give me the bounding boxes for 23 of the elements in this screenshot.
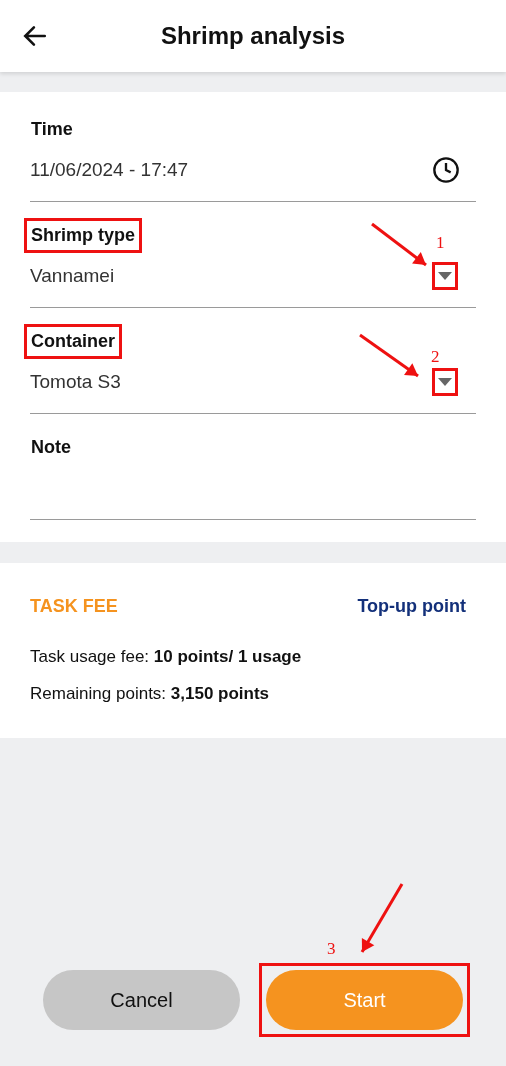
cancel-button[interactable]: Cancel — [43, 970, 240, 1030]
callout-number: 3 — [327, 940, 336, 957]
back-arrow-icon[interactable] — [22, 23, 48, 49]
callout-number: 2 — [431, 348, 440, 365]
field-label: Time — [30, 117, 74, 141]
dropdown-icon[interactable] — [432, 262, 458, 290]
fee-info-text: Task usage fee: 10 points/ 1 usage — [30, 646, 303, 668]
arrow — [371, 222, 427, 267]
arrow — [360, 883, 404, 953]
field-value[interactable]: Tomota S3 — [30, 367, 121, 397]
section-title: TASK FEE — [30, 595, 118, 618]
field-value[interactable]: 11/06/2024 - 17:47 — [30, 155, 189, 185]
top-up-link[interactable]: Top-up point — [357, 593, 466, 620]
arrow — [359, 333, 419, 378]
dropdown-icon[interactable] — [432, 368, 458, 396]
field-label: Container — [24, 323, 122, 359]
page-title: Shrimp analysis — [160, 21, 346, 51]
field-value[interactable]: Vannamei — [30, 261, 115, 291]
field-label: Shrimp type — [24, 217, 143, 253]
fee-info-text: Remaining points: 3,150 points — [30, 683, 271, 705]
field-label: Note — [30, 435, 72, 459]
callout-number: 1 — [436, 234, 445, 251]
clock-icon[interactable] — [432, 156, 460, 184]
